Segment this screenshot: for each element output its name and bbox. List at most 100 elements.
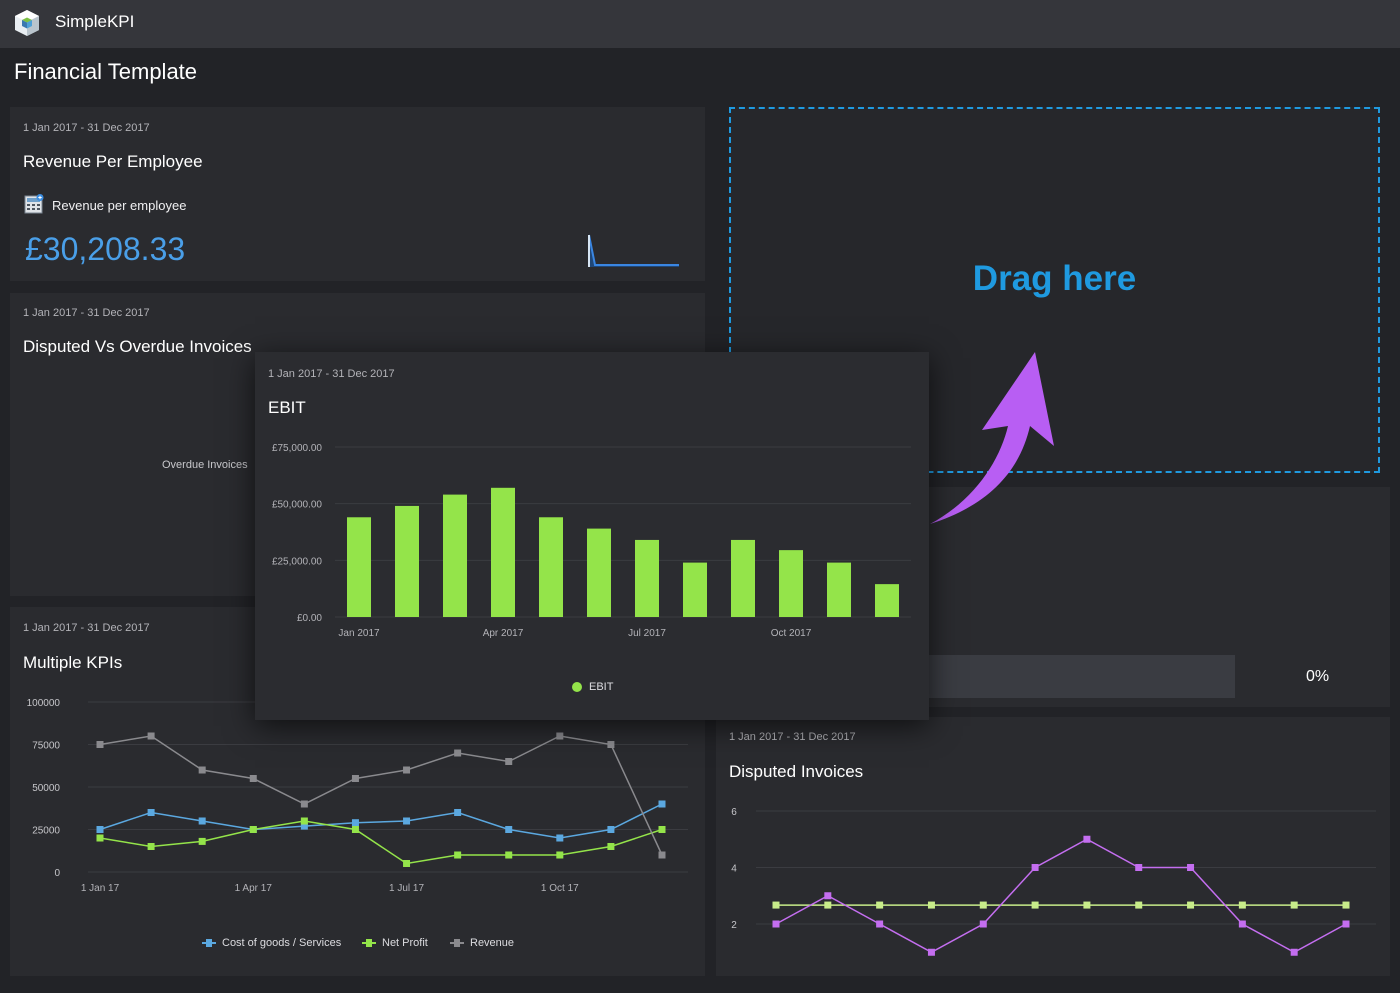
legend-cost-of-goods[interactable]: Cost of goods / Services xyxy=(202,937,341,949)
disputed-point xyxy=(1031,864,1039,871)
average-point xyxy=(876,901,884,909)
disputed-point xyxy=(1342,920,1350,928)
x-tick-label: 1 Jan 17 xyxy=(81,883,120,894)
net-profit-point xyxy=(556,851,564,859)
cost-of-goods-point xyxy=(556,834,564,842)
net-profit-line xyxy=(99,820,663,865)
legend-revenue[interactable]: Revenue xyxy=(450,937,514,949)
y-tick-label: 50000 xyxy=(32,783,60,794)
disputed-invoices-chart: 6 4 2 xyxy=(731,807,1376,956)
disputed-invoices-card[interactable]: 1 Jan 2017 - 31 Dec 2017 Disputed Invoic… xyxy=(716,717,1390,976)
top-bar: SimpleKPI xyxy=(0,0,1400,48)
net-profit-point xyxy=(607,843,615,850)
average-point xyxy=(1290,901,1298,909)
disputed-point xyxy=(979,920,987,928)
net-profit-point xyxy=(658,826,666,833)
kpi-label: Revenue per employee xyxy=(52,198,187,213)
kpi-value: £30,208.33 xyxy=(25,231,186,267)
disputed-point xyxy=(1187,864,1195,871)
y-tick-label: £0.00 xyxy=(297,613,322,624)
ebit-bar xyxy=(587,528,611,617)
average-point xyxy=(927,901,935,909)
x-tick-label: 1 Apr 17 xyxy=(235,883,273,894)
disputed-point xyxy=(927,948,935,956)
cost-of-goods-point xyxy=(403,817,411,825)
cost-of-goods-line xyxy=(99,803,663,839)
net-profit-point xyxy=(403,860,411,867)
x-tick-label: Jul 2017 xyxy=(628,628,666,639)
legend-ebit[interactable]: EBIT xyxy=(572,681,613,693)
simplekpi-logo-icon[interactable] xyxy=(14,9,40,37)
disputed-point xyxy=(824,892,832,900)
average-point xyxy=(1187,901,1195,909)
disputed-point xyxy=(1238,920,1246,928)
legend-net-profit[interactable]: Net Profit xyxy=(362,937,428,949)
y-tick-label: 75000 xyxy=(32,741,60,752)
y-tick-label: £75,000.00 xyxy=(272,443,322,454)
revenue-sparkline xyxy=(588,234,679,267)
y-tick-label: 25000 xyxy=(32,826,60,837)
ebit-bar xyxy=(395,505,419,617)
average-point xyxy=(772,901,780,909)
cost-of-goods-point xyxy=(198,817,206,825)
ebit-card-dragging[interactable]: 1 Jan 2017 - 31 Dec 2017 EBIT £75,000.00… xyxy=(255,352,929,720)
card-title: Disputed Vs Overdue Invoices xyxy=(23,337,252,356)
ebit-bar xyxy=(539,517,563,617)
revenue-line xyxy=(99,735,663,856)
y-tick-label: 100000 xyxy=(27,698,61,709)
cost-of-goods-point xyxy=(454,809,462,816)
legend-dot-icon xyxy=(572,682,582,692)
disputed-point xyxy=(1135,864,1143,871)
average-point xyxy=(1083,901,1091,909)
net-profit-point xyxy=(351,826,359,833)
ebit-bar xyxy=(875,584,899,617)
revenue-point xyxy=(249,775,257,782)
average-point xyxy=(1238,901,1246,909)
revenue-point xyxy=(556,732,564,740)
y-tick-label: 0 xyxy=(54,868,60,879)
disputed-point xyxy=(1290,948,1298,956)
x-tick-label: Jan 2017 xyxy=(338,628,380,639)
cost-of-goods-point xyxy=(351,819,359,827)
net-profit-point xyxy=(147,843,155,850)
card-date-range: 1 Jan 2017 - 31 Dec 2017 xyxy=(23,307,150,319)
disputed-point xyxy=(1083,835,1091,843)
ebit-bar xyxy=(491,487,515,617)
ebit-bar xyxy=(683,562,707,617)
revenue-point xyxy=(505,758,513,765)
revenue-point xyxy=(658,851,666,859)
ebit-bar xyxy=(347,517,371,617)
card-date-range: 1 Jan 2017 - 31 Dec 2017 xyxy=(23,122,150,134)
calculator-icon xyxy=(24,194,44,214)
y-tick-label: £25,000.00 xyxy=(272,556,322,567)
progress-value: 0% xyxy=(1306,668,1330,685)
revenue-point xyxy=(198,766,206,774)
ebit-bar xyxy=(827,562,851,617)
app-name[interactable]: SimpleKPI xyxy=(55,12,134,32)
revenue-point xyxy=(147,732,155,740)
average-point xyxy=(1342,901,1350,909)
x-tick-label: 1 Jul 17 xyxy=(389,883,424,894)
disputed-line xyxy=(775,838,1347,954)
average-point xyxy=(1031,901,1039,909)
average-point xyxy=(979,901,987,909)
cost-of-goods-point xyxy=(658,800,666,808)
pie-label-overdue: Overdue Invoices xyxy=(162,459,248,471)
page-title: Financial Template xyxy=(14,59,198,84)
y-tick-label: 4 xyxy=(731,864,737,875)
average-point xyxy=(824,901,832,909)
cost-of-goods-point xyxy=(505,826,513,833)
ebit-bar-chart: £75,000.00 £50,000.00 £25,000.00 £0.00 Jan 2… xyxy=(272,443,911,639)
y-tick-label: £50,000.00 xyxy=(272,500,322,511)
ebit-bar xyxy=(779,550,803,617)
cost-of-goods-point xyxy=(147,809,155,816)
y-tick-label: 6 xyxy=(731,807,737,818)
revenue-point xyxy=(300,800,308,808)
revenue-point xyxy=(454,749,462,757)
drag-here-label: Drag here xyxy=(972,259,1137,298)
disputed-point xyxy=(876,920,884,928)
ebit-bar xyxy=(731,539,755,617)
revenue-point xyxy=(403,766,411,774)
net-profit-point xyxy=(249,826,257,833)
revenue-per-employee-card[interactable]: 1 Jan 2017 - 31 Dec 2017 Revenue Per Emp… xyxy=(10,107,705,281)
